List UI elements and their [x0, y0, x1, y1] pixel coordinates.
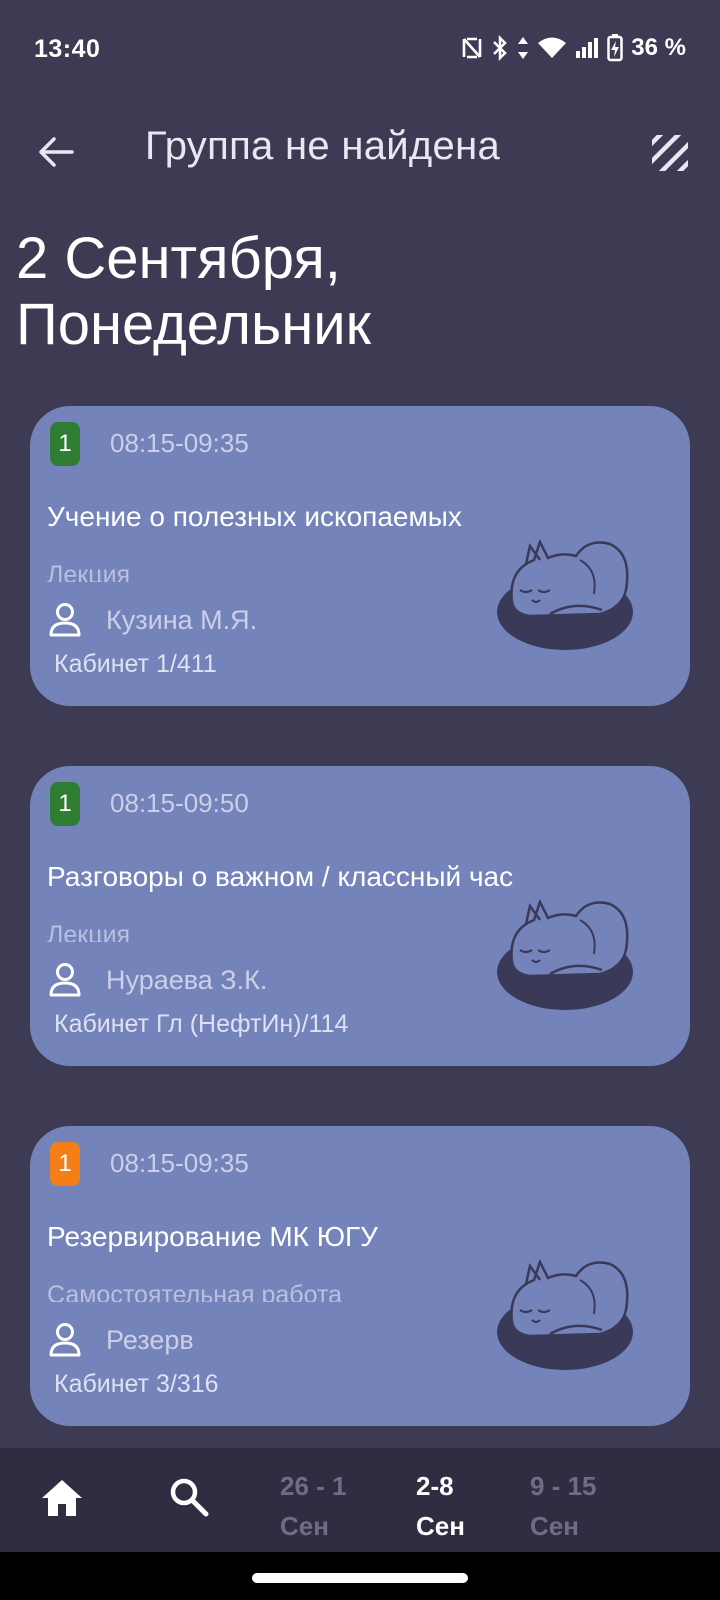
- app-bar: Группа не найдена: [0, 110, 720, 190]
- lesson-teacher: Кузина М.Я.: [106, 605, 258, 635]
- sleeping-cat-icon: [490, 890, 640, 1012]
- lesson-teacher: Нураева З.К.: [106, 965, 268, 995]
- person-icon: [48, 602, 82, 638]
- battery-percent: 36 %: [631, 34, 686, 61]
- lesson-room: Кабинет Гл (НефтИн)/114: [54, 1010, 349, 1038]
- lesson-number-badge: 1: [50, 422, 80, 466]
- week-tab[interactable]: 9 - 15 Сен: [530, 1466, 597, 1546]
- bluetooth-icon: [491, 35, 509, 61]
- page-title: Группа не найдена: [145, 124, 501, 168]
- week-tab-active[interactable]: 2-8 Сен: [416, 1466, 465, 1546]
- home-icon: [40, 1480, 84, 1522]
- striped-square-icon: [650, 135, 690, 177]
- back-button[interactable]: [32, 130, 80, 178]
- lesson-card[interactable]: 1 08:15-09:35 Резервирование МК ЮГУ Само…: [30, 1126, 690, 1426]
- arrow-left-icon: [38, 136, 74, 173]
- week-range: 26 - 1: [280, 1471, 347, 1501]
- lesson-type: Лекция: [47, 921, 131, 942]
- lesson-type: Лекция: [47, 561, 131, 582]
- status-time: 13:40: [34, 34, 101, 63]
- lesson-number-badge: 1: [50, 1142, 80, 1186]
- weekday-line: Понедельник: [16, 292, 371, 357]
- lesson-subject: Разговоры о важном / классный час: [47, 861, 514, 892]
- nfc-icon: [461, 36, 483, 60]
- gesture-handle[interactable]: [252, 1573, 468, 1583]
- week-month: Сен: [416, 1511, 465, 1541]
- lesson-card[interactable]: 1 08:15-09:50 Разговоры о важном / класс…: [30, 766, 690, 1066]
- signal-icon: [575, 37, 599, 59]
- lesson-room: Кабинет 3/316: [54, 1370, 219, 1398]
- battery-charging-icon: [607, 34, 624, 62]
- status-icons: 36 %: [461, 34, 686, 62]
- lesson-number-badge: 1: [50, 782, 80, 826]
- lesson-subject: Резервирование МК ЮГУ: [47, 1221, 378, 1252]
- lesson-type: Самостоятельная работа: [47, 1281, 343, 1302]
- date-heading: 2 Сентября, Понедельник: [16, 226, 706, 358]
- bottom-nav: 26 - 1 Сен 2-8 Сен 9 - 15 Сен: [0, 1448, 720, 1552]
- week-month: Сен: [280, 1511, 329, 1541]
- person-icon: [48, 962, 82, 998]
- week-range: 9 - 15: [530, 1471, 597, 1501]
- nav-home-button[interactable]: [40, 1478, 86, 1522]
- week-tab[interactable]: 26 - 1 Сен: [280, 1466, 347, 1546]
- wifi-icon: [537, 36, 567, 60]
- nav-search-button[interactable]: [168, 1476, 214, 1522]
- week-range: 2-8: [416, 1471, 454, 1501]
- menu-button[interactable]: [650, 133, 692, 175]
- lesson-teacher: Резерв: [106, 1325, 194, 1355]
- sleeping-cat-icon: [490, 1250, 640, 1372]
- status-bar: 13:40 36 %: [0, 0, 720, 96]
- lesson-time: 08:15-09:50: [110, 788, 249, 818]
- sleeping-cat-icon: [490, 530, 640, 652]
- lesson-time: 08:15-09:35: [110, 1148, 249, 1178]
- week-month: Сен: [530, 1511, 579, 1541]
- search-icon: [168, 1478, 210, 1522]
- lesson-subject: Учение о полезных ископаемых: [47, 501, 462, 532]
- lesson-room: Кабинет 1/411: [54, 650, 217, 678]
- lesson-card[interactable]: 1 08:15-09:35 Учение о полезных ископаем…: [30, 406, 690, 706]
- data-arrows-icon: [517, 35, 529, 61]
- date-line: 2 Сентября,: [16, 226, 341, 291]
- person-icon: [48, 1322, 82, 1358]
- lesson-time: 08:15-09:35: [110, 428, 249, 458]
